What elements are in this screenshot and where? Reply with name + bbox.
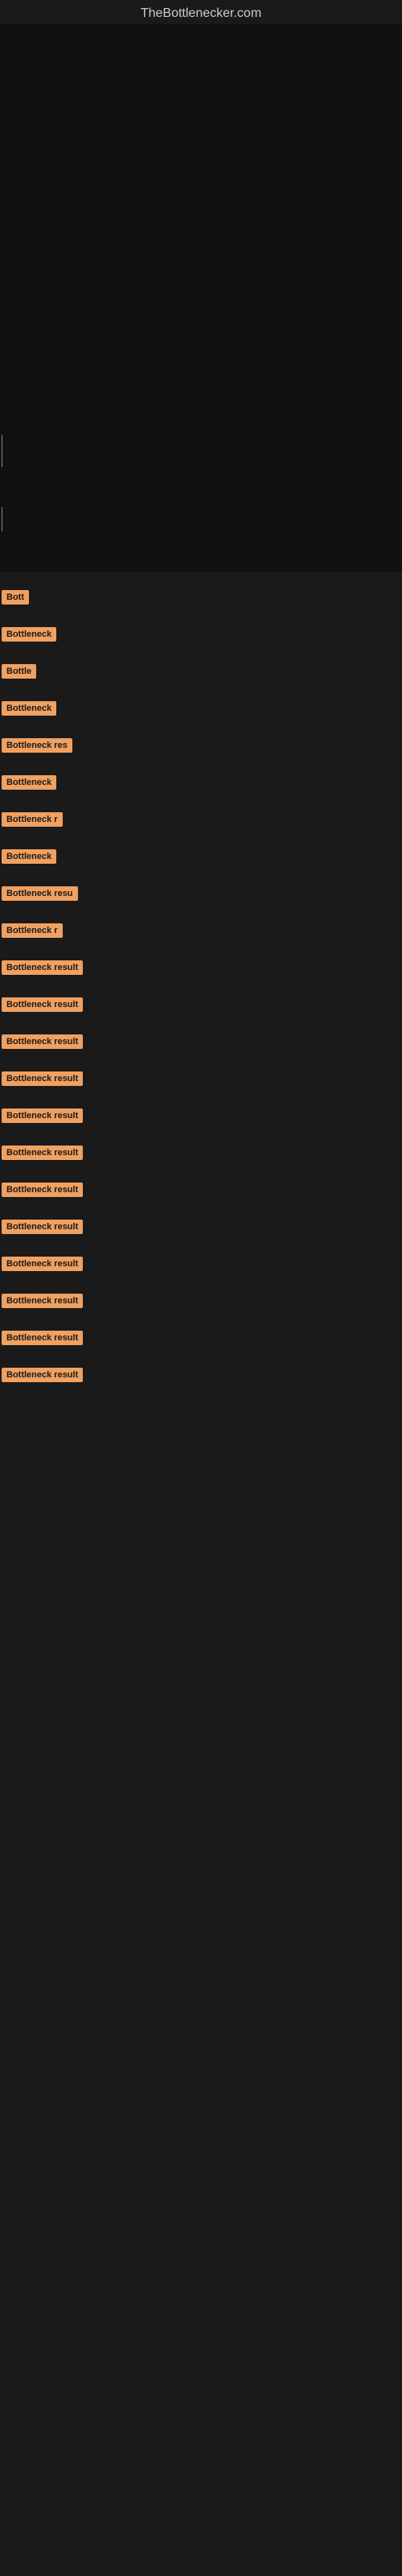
result-row: Bottleneck result [0,1172,402,1208]
result-row: Bottleneck r [0,802,402,837]
bottleneck-result-badge[interactable]: Bottleneck [2,849,56,864]
result-row: Bottleneck result [0,1098,402,1133]
bottleneck-result-badge[interactable]: Bottleneck result [2,1294,83,1308]
bottleneck-result-badge[interactable]: Bottleneck result [2,1034,83,1049]
bottleneck-result-badge[interactable]: Bott [2,590,29,605]
bottleneck-result-badge[interactable]: Bottleneck r [2,812,63,827]
bottleneck-result-badge[interactable]: Bottleneck result [2,997,83,1012]
chart-visualization-area [0,24,402,572]
bottleneck-result-badge[interactable]: Bottle [2,664,36,679]
bottleneck-result-badge[interactable]: Bottleneck resu [2,886,78,901]
result-row: Bottleneck [0,765,402,800]
result-row: Bottleneck result [0,1283,402,1319]
result-row: Bottle [0,654,402,689]
result-row: Bottleneck [0,839,402,874]
bottleneck-result-badge[interactable]: Bottleneck result [2,1368,83,1382]
bottleneck-result-badge[interactable]: Bottleneck [2,775,56,790]
bottleneck-result-badge[interactable]: Bottleneck [2,627,56,642]
bottleneck-result-badge[interactable]: Bottleneck result [2,1257,83,1271]
result-row: Bottleneck result [0,1320,402,1356]
bottleneck-result-badge[interactable]: Bottleneck r [2,923,63,938]
bottleneck-result-badge[interactable]: Bottleneck result [2,1071,83,1086]
result-row: Bottleneck result [0,1246,402,1282]
site-title: TheBottlenecker.com [0,0,402,24]
results-section: Bott Bottleneck Bottle Bottleneck Bottle… [0,572,402,1393]
result-row: Bottleneck res [0,728,402,763]
result-row: Bottleneck result [0,987,402,1022]
result-row: Bottleneck r [0,913,402,948]
result-row: Bottleneck resu [0,876,402,911]
result-row: Bottleneck [0,617,402,652]
result-row: Bottleneck result [0,950,402,985]
bottleneck-result-badge[interactable]: Bottleneck res [2,738,72,753]
bottleneck-result-badge[interactable]: Bottleneck result [2,1183,83,1197]
bottleneck-result-badge[interactable]: Bottleneck [2,701,56,716]
bottleneck-result-badge[interactable]: Bottleneck result [2,1108,83,1123]
bottleneck-result-badge[interactable]: Bottleneck result [2,1331,83,1345]
bottleneck-result-badge[interactable]: Bottleneck result [2,1220,83,1234]
result-row: Bottleneck [0,691,402,726]
bottleneck-result-badge[interactable]: Bottleneck result [2,960,83,975]
result-row: Bottleneck result [0,1209,402,1245]
result-row: Bottleneck result [0,1024,402,1059]
result-row: Bottleneck result [0,1061,402,1096]
result-row: Bott [0,580,402,615]
bottleneck-result-badge[interactable]: Bottleneck result [2,1146,83,1160]
result-row: Bottleneck result [0,1357,402,1393]
result-row: Bottleneck result [0,1135,402,1170]
